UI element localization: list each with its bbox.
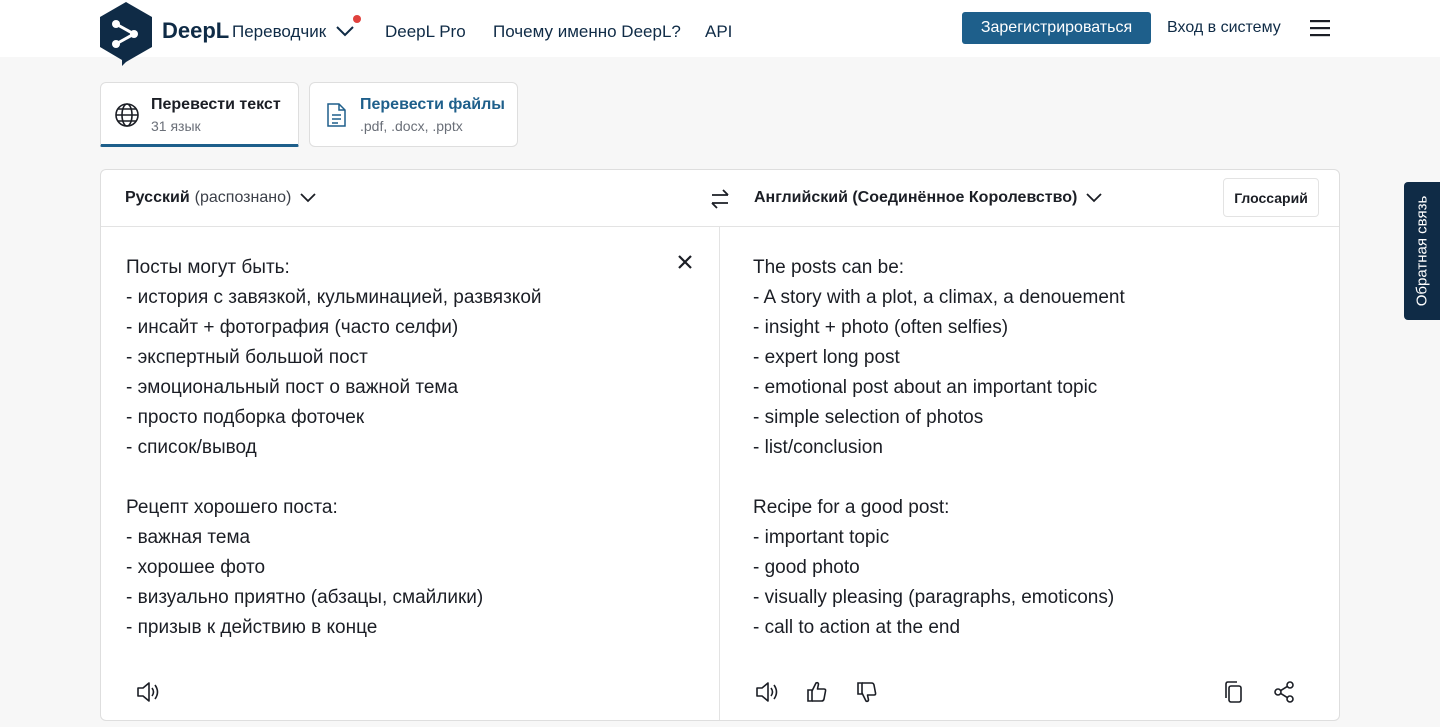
brand-name[interactable]: DeepL <box>162 18 229 44</box>
chevron-down-icon <box>300 193 316 203</box>
language-bar: Русский (распознано) Английский (Соединё… <box>101 170 1339 227</box>
globe-icon <box>115 103 139 127</box>
translated-text-line: - visually pleasing (paragraphs, emotico… <box>753 587 1115 608</box>
signup-button[interactable]: Зарегистрироваться <box>962 12 1151 44</box>
translated-text-line: - good photo <box>753 557 860 578</box>
product-name[interactable]: Переводчик <box>232 22 326 42</box>
translated-text-line: - emotional post about an important topi… <box>753 377 1098 398</box>
target-language-select[interactable]: Английский (Соединённое Королевство) <box>754 189 1103 207</box>
tab-subtitle: .pdf, .docx, .pptx <box>360 118 463 134</box>
source-text-line: - просто подборка фоточек <box>126 407 365 428</box>
translated-text-line: - insight + photo (often selfies) <box>753 317 1009 338</box>
nav-deepl-pro[interactable]: DeepL Pro <box>385 22 466 42</box>
pane-divider <box>719 227 720 720</box>
detected-label: (распознано) <box>194 189 292 206</box>
source-text-line: - важная тема <box>126 527 251 548</box>
tab-translate-files[interactable]: Перевести файлы .pdf, .docx, .pptx <box>309 82 518 147</box>
nav-api[interactable]: API <box>705 22 732 42</box>
source-text-line: - инсайт + фотография (часто селфи) <box>126 317 459 338</box>
translated-text-line: The posts can be: <box>753 257 905 278</box>
source-text-line: - эмоциональный пост о важной тема <box>126 377 459 398</box>
login-link[interactable]: Вход в систему <box>1167 19 1281 37</box>
notification-dot <box>353 15 361 23</box>
source-text-line: - экспертный большой пост <box>126 347 368 368</box>
source-text-line: - визуально приятно (абзацы, смайлики) <box>126 587 484 608</box>
source-text-line: Посты могут быть: <box>126 257 290 278</box>
thumbs-down-icon[interactable] <box>853 678 881 706</box>
deepl-logo-icon[interactable] <box>100 2 152 66</box>
top-header: DeepL Переводчик DeepL Pro Почему именно… <box>0 0 1440 66</box>
translated-text-output: The posts can be: - A story with a plot, … <box>753 253 1125 643</box>
translated-text-line: Recipe for a good post: <box>753 497 950 518</box>
translated-text-line: - call to action at the end <box>753 617 961 638</box>
copy-icon[interactable] <box>1220 678 1248 706</box>
glossary-button[interactable]: Глоссарий <box>1223 178 1319 217</box>
target-language-label: Английский (Соединённое Королевство) <box>754 189 1078 206</box>
translator-panel: Русский (распознано) Английский (Соединё… <box>100 169 1340 721</box>
swap-languages-icon[interactable] <box>707 186 733 212</box>
source-text-line: - призыв к действию в конце <box>126 617 378 638</box>
source-text-input[interactable]: Посты могут быть: - история с завязкой, к… <box>126 253 542 643</box>
source-text-line: - история с завязкой, кульминацией, разв… <box>126 287 542 308</box>
translated-text-line: - list/conclusion <box>753 437 883 458</box>
translated-text-line <box>753 463 1125 493</box>
speaker-icon[interactable] <box>753 678 781 706</box>
source-language-label: Русский <box>125 189 190 206</box>
speaker-icon[interactable] <box>134 678 162 706</box>
source-text-line <box>126 463 542 493</box>
feedback-tab[interactable]: Обратная связь <box>1404 182 1440 320</box>
tab-translate-text[interactable]: Перевести текст 31 язык <box>100 82 299 147</box>
translated-text-line: - expert long post <box>753 347 900 368</box>
document-icon <box>327 103 346 127</box>
source-text-line: Рецепт хорошего поста: <box>126 497 338 518</box>
tab-title: Перевести файлы <box>360 96 505 113</box>
chevron-down-icon <box>1086 193 1102 203</box>
chevron-down-icon[interactable] <box>334 22 356 40</box>
close-icon[interactable] <box>675 252 695 272</box>
translated-text-line: - important topic <box>753 527 890 548</box>
hamburger-menu-icon[interactable] <box>1308 18 1332 38</box>
nav-why-deepl[interactable]: Почему именно DeepL? <box>493 22 681 42</box>
translated-text-line: - A story with a plot, a climax, a denou… <box>753 287 1125 308</box>
translated-text-line: - simple selection of photos <box>753 407 984 428</box>
source-language-select[interactable]: Русский (распознано) <box>125 189 317 207</box>
share-icon[interactable] <box>1270 678 1298 706</box>
tab-subtitle: 31 язык <box>151 118 201 134</box>
tab-title: Перевести текст <box>151 96 281 113</box>
source-text-line: - список/вывод <box>126 437 257 458</box>
thumbs-up-icon[interactable] <box>803 678 831 706</box>
feedback-label: Обратная связь <box>1413 195 1431 307</box>
source-text-line: - хорошее фото <box>126 557 266 578</box>
